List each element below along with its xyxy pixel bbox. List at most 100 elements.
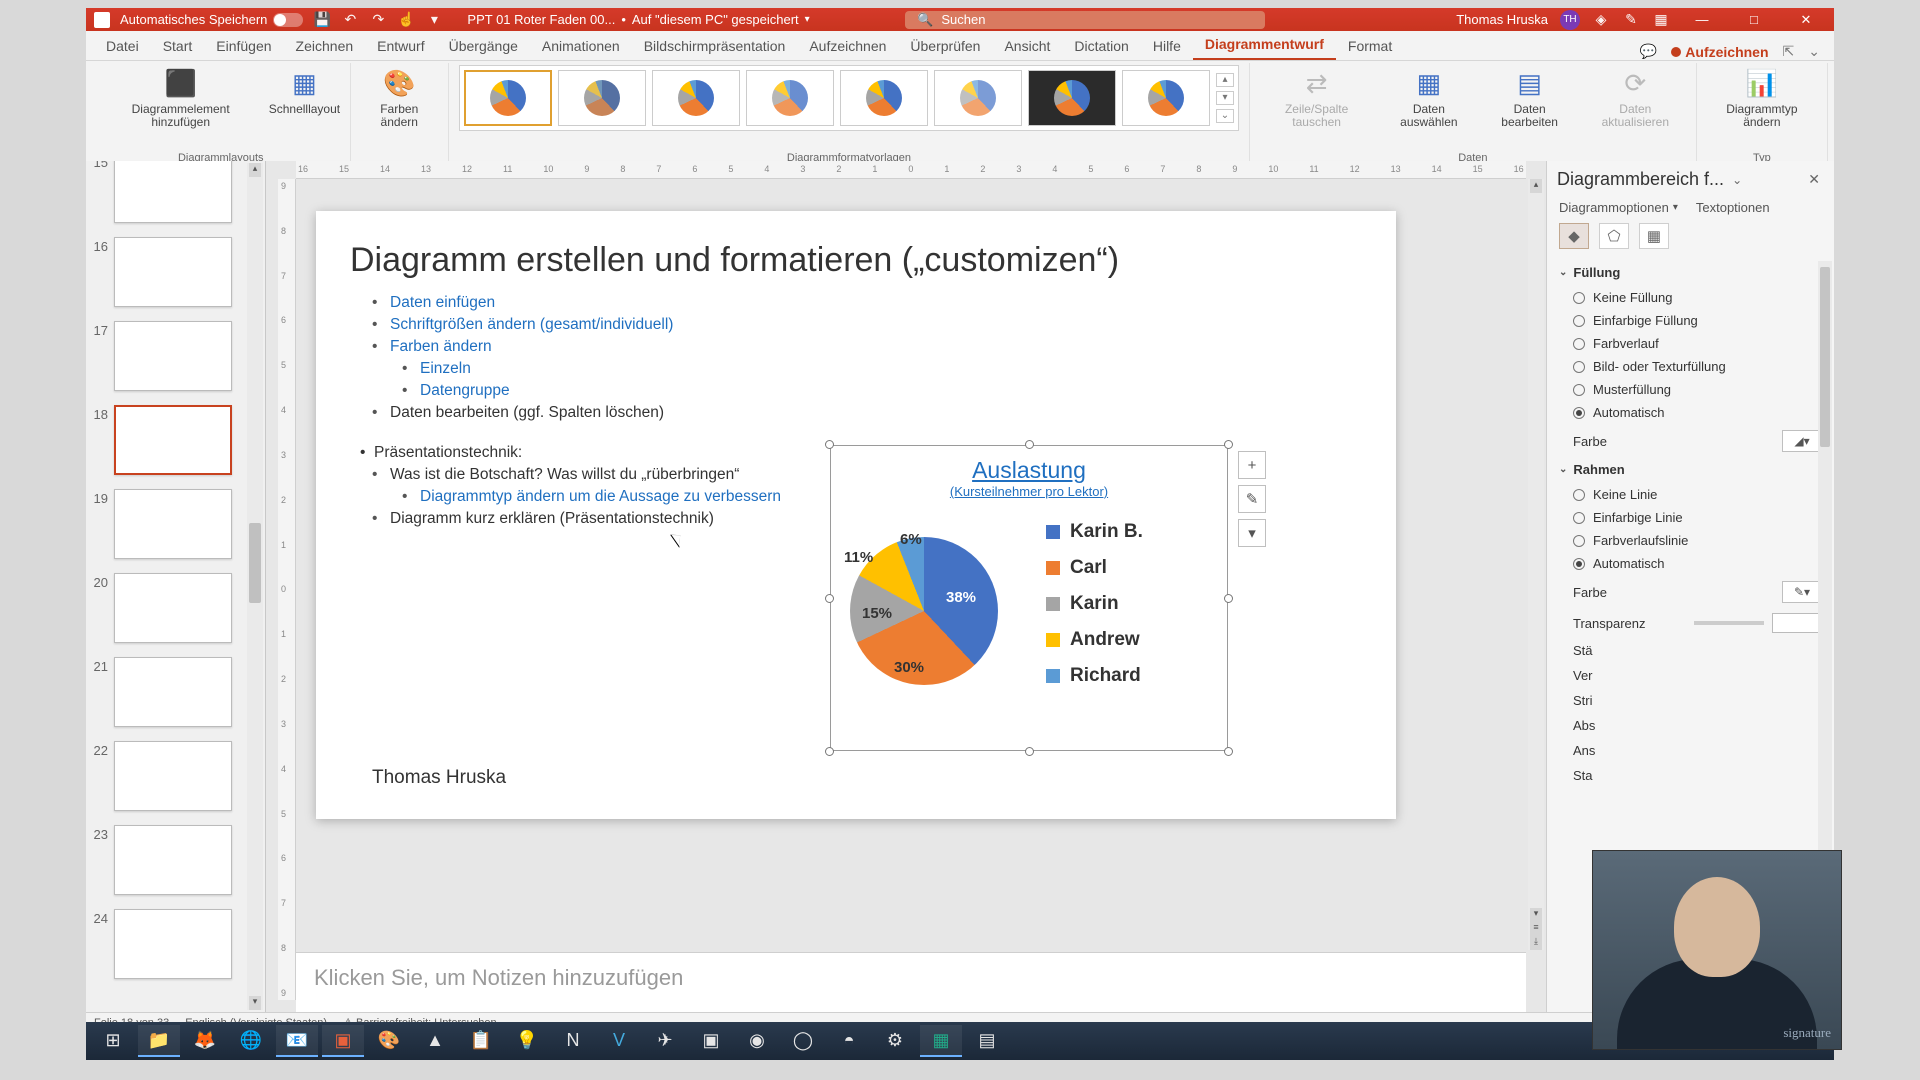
border-field[interactable]: Sta [1547,762,1834,787]
explorer-icon[interactable]: 📁 [138,1025,180,1057]
share-icon[interactable]: ⇱ [1783,43,1795,60]
chart-style-1[interactable] [464,70,552,126]
transparency-input[interactable] [1772,613,1822,633]
obs-icon[interactable]: ◉ [736,1025,778,1057]
powerpoint-icon[interactable]: ▣ [322,1025,364,1057]
border-section-header[interactable]: ⌄Rahmen [1547,456,1834,483]
user-avatar[interactable]: TH [1560,10,1580,30]
slide-thumbnails[interactable]: 15 16 17 18 19 20 21 22 23 24 ▴ ▾ [86,161,266,1012]
tab-einfuegen[interactable]: Einfügen [204,33,283,60]
tab-aufzeichnen[interactable]: Aufzeichnen [797,33,898,60]
border-field[interactable]: Stä [1547,637,1834,662]
tab-dictation[interactable]: Dictation [1062,33,1140,60]
slide-thumbnail-17[interactable] [114,321,232,391]
start-button[interactable]: ⊞ [92,1025,134,1057]
tab-animationen[interactable]: Animationen [530,33,632,60]
taskbar-app-icon[interactable]: ▤ [966,1025,1008,1057]
taskbar-app-icon[interactable]: 📋 [460,1025,502,1057]
search-box[interactable]: 🔍 Suchen [905,11,1265,29]
slide-thumbnail-22[interactable] [114,741,232,811]
resize-handle[interactable] [1224,594,1233,603]
comments-icon[interactable]: 💬 [1640,43,1657,60]
slide-thumbnail-16[interactable] [114,237,232,307]
filename[interactable]: PPT 01 Roter Faden 00... • Auf "diesem P… [467,12,809,27]
pie-chart[interactable]: 38% 30% 15% 11% 6% [834,509,1024,699]
tab-entwurf[interactable]: Entwurf [365,33,436,60]
slide-title[interactable]: Diagramm erstellen und formatieren („cus… [316,211,1396,286]
chart-style-2[interactable] [558,70,646,126]
undo-icon[interactable]: ↶ [341,11,359,29]
tab-bildschirm[interactable]: Bildschirmpräsentation [632,33,798,60]
dropdown-icon[interactable]: ▾ [425,11,443,29]
slide-thumbnail-18[interactable] [114,405,232,475]
slide-thumbnail-24[interactable] [114,909,232,979]
chart-style-5[interactable] [840,70,928,126]
border-field[interactable]: Ans [1547,737,1834,762]
telegram-icon[interactable]: ✈ [644,1025,686,1057]
fill-line-tab-icon[interactable]: ◆ [1559,223,1589,249]
transparency-slider[interactable] [1694,621,1764,625]
minimize-button[interactable]: — [1682,11,1722,29]
resize-handle[interactable] [1224,747,1233,756]
border-option[interactable]: Farbverlaufslinie [1547,529,1834,552]
chart-style-6[interactable] [934,70,1022,126]
chart-style-8[interactable] [1122,70,1210,126]
thumbs-scrollbar[interactable]: ▴ ▾ [247,163,263,1010]
autosave-toggle[interactable]: Automatisches Speichern [120,12,303,27]
change-colors-button[interactable]: 🎨Farben ändern [361,65,438,129]
touch-icon[interactable]: ☝ [397,11,415,29]
border-field[interactable]: Stri [1547,687,1834,712]
tab-format[interactable]: Format [1336,33,1404,60]
tab-zeichnen[interactable]: Zeichnen [284,33,366,60]
fill-option[interactable]: Musterfüllung [1547,378,1834,401]
slide-thumbnail-15[interactable] [114,161,232,223]
chart-style-3[interactable] [652,70,740,126]
tab-start[interactable]: Start [151,33,205,60]
vlc-icon[interactable]: ▲ [414,1025,456,1057]
tab-uebergaenge[interactable]: Übergänge [437,33,530,60]
border-field[interactable]: Ver [1547,662,1834,687]
fill-section-header[interactable]: ⌄Füllung [1547,259,1834,286]
slide-canvas[interactable]: 1615141312111098765432101234567891011121… [266,161,1546,1012]
taskbar-app-icon[interactable]: 💡 [506,1025,548,1057]
fill-option[interactable]: Farbverlauf [1547,332,1834,355]
pane-tab-text[interactable]: Textoptionen [1696,200,1770,215]
onenote-icon[interactable]: N [552,1025,594,1057]
fill-color-button[interactable]: ◢▾ [1782,430,1822,452]
save-icon[interactable]: 💾 [313,11,331,29]
chrome-icon[interactable]: 🌐 [230,1025,272,1057]
windows-taskbar[interactable]: ⊞ 📁 🦊 🌐 📧 ▣ 🎨 ▲ 📋 💡 N V ✈ ▣ ◉ ◯ ◓ ⚙ ▦ ▤ … [86,1022,1834,1060]
diamond-icon[interactable]: ◈ [1592,11,1610,29]
chart-elements-button[interactable]: + [1238,451,1266,479]
firefox-icon[interactable]: 🦊 [184,1025,226,1057]
scroll-down-icon[interactable]: ▾ [249,996,261,1010]
redo-icon[interactable]: ↷ [369,11,387,29]
slide-thumbnail-19[interactable] [114,489,232,559]
slide[interactable]: Diagramm erstellen und formatieren („cus… [316,211,1396,819]
resize-handle[interactable] [825,594,834,603]
slide-thumbnail-23[interactable] [114,825,232,895]
user-name[interactable]: Thomas Hruska [1456,12,1548,27]
record-button[interactable]: Aufzeichnen [1671,44,1768,60]
outlook-icon[interactable]: 📧 [276,1025,318,1057]
tab-datei[interactable]: Datei [94,33,151,60]
pen-icon[interactable]: ✎ [1622,11,1640,29]
pane-close-icon[interactable]: ✕ [1804,171,1824,188]
taskbar-app-icon[interactable]: V [598,1025,640,1057]
pane-collapse-icon[interactable]: ⌄ [1724,173,1750,187]
canvas-scrollbar[interactable]: ▴ ▾ ≡ ⤓ [1528,179,1544,950]
border-option[interactable]: Keine Linie [1547,483,1834,506]
chart-selection[interactable]: + ✎ ▾ Auslastung (Kursteilnehmer pro Lek… [830,445,1228,751]
select-data-button[interactable]: ▦Daten auswählen [1383,65,1474,129]
resize-handle[interactable] [825,440,834,449]
change-chart-type-button[interactable]: 📊Diagrammtyp ändern [1707,65,1817,129]
calendar-icon[interactable]: ▦ [1652,11,1670,29]
taskbar-app-icon[interactable]: ◯ [782,1025,824,1057]
fill-option[interactable]: Einfarbige Füllung [1547,309,1834,332]
gallery-scroll[interactable]: ▴▾⌄ [1216,73,1234,123]
chart-style-7[interactable] [1028,70,1116,126]
resize-handle[interactable] [1224,440,1233,449]
border-option[interactable]: Einfarbige Linie [1547,506,1834,529]
scroll-up-icon[interactable]: ▴ [249,163,261,177]
border-color-button[interactable]: ✎▾ [1782,581,1822,603]
